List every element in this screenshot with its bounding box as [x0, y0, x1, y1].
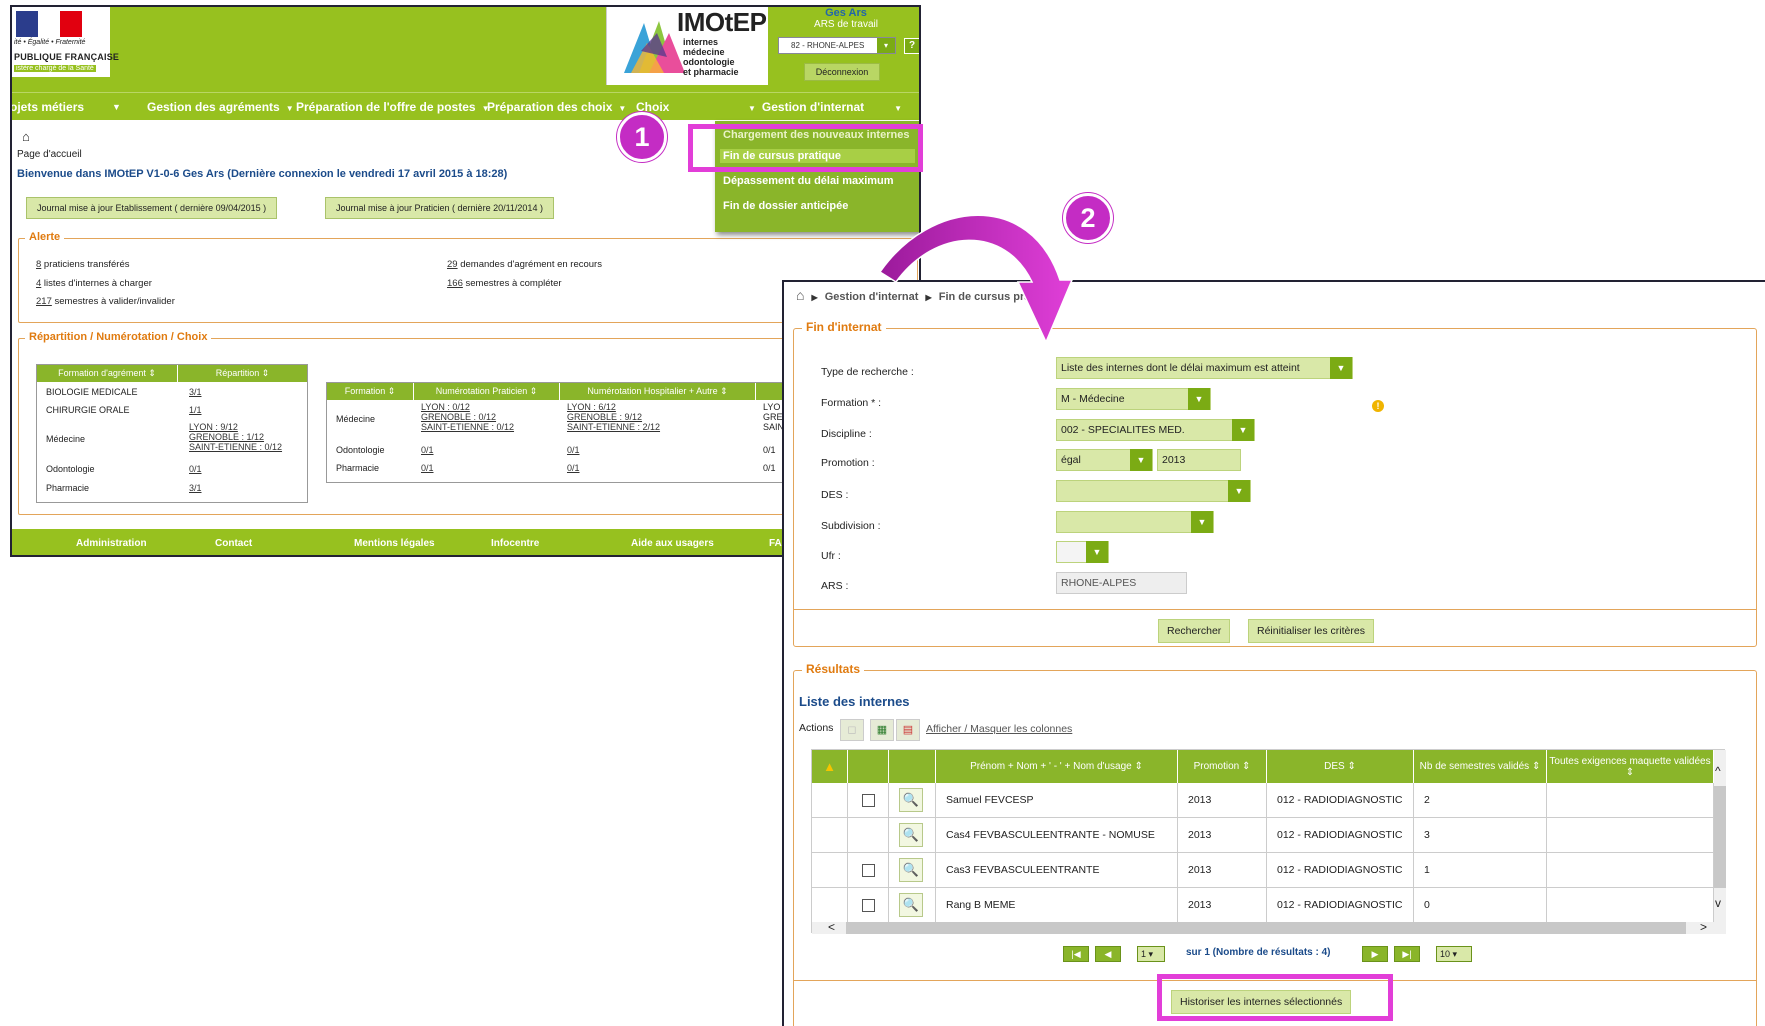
curved-arrow-icon [878, 214, 1074, 344]
